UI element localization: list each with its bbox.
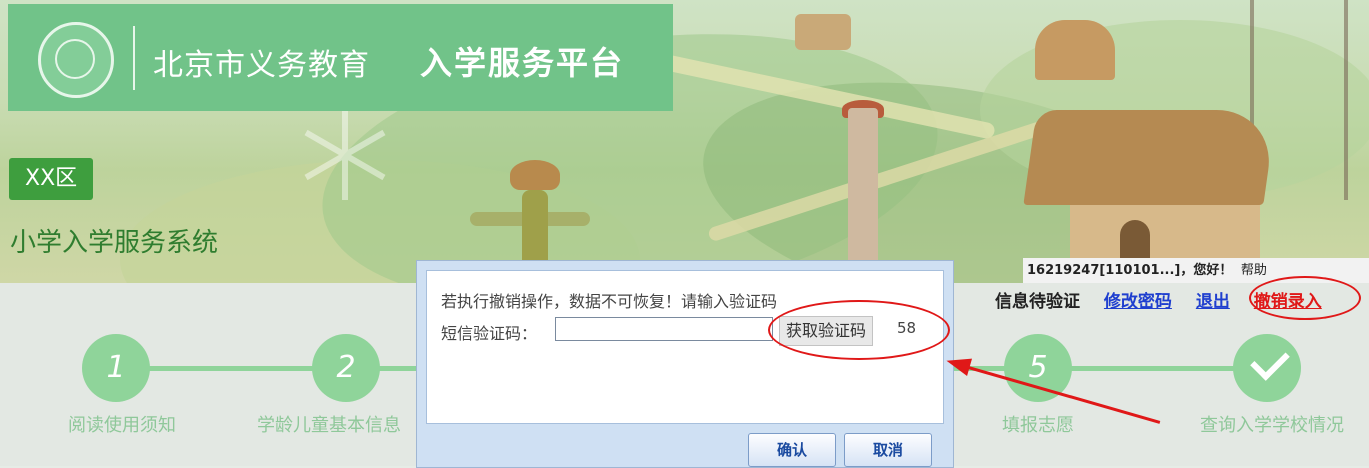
sms-code-input[interactable] — [555, 317, 773, 341]
user-id: 16219247[110101...] — [1027, 263, 1181, 278]
emblem-icon — [38, 22, 114, 98]
platform-title-part2: 入学服务平台 — [420, 44, 625, 82]
platform-logo-box: 北京市义务教育 入学服务平台 — [8, 4, 673, 111]
step-5-label: 填报志愿 — [1002, 415, 1074, 436]
dialog-message: 若执行撤销操作，数据不可恢复！请输入验证码 — [441, 292, 778, 311]
step-final-label: 查询入学学校情况 — [1200, 415, 1344, 436]
verification-status: 信息待验证 — [995, 292, 1080, 312]
cancel-button[interactable]: 取消 — [844, 433, 932, 467]
step-2-label: 学龄儿童基本信息 — [257, 415, 401, 436]
district-badge: XX区 — [9, 158, 94, 200]
step-connector — [378, 366, 418, 371]
banner-shed — [795, 14, 851, 50]
banner-barn — [1035, 20, 1115, 80]
banner-house — [1023, 110, 1277, 280]
cancel-confirm-dialog: 若执行撤销操作，数据不可恢复！请输入验证码 短信验证码： 获取验证码 58 确认… — [416, 260, 954, 468]
logo-divider — [133, 26, 135, 90]
platform-title-part1: 北京市义务教育 — [153, 48, 370, 83]
banner-tower — [848, 108, 878, 268]
step-connector — [148, 366, 318, 371]
annotation-circle — [768, 300, 950, 360]
annotation-circle — [1249, 276, 1361, 320]
change-password-link[interactable]: 修改密码 — [1104, 287, 1172, 312]
confirm-button[interactable]: 确认 — [748, 433, 836, 467]
logout-link[interactable]: 退出 — [1196, 287, 1230, 312]
sms-code-label: 短信验证码： — [441, 324, 538, 343]
check-icon — [1233, 334, 1301, 402]
step-connector — [1070, 366, 1235, 371]
banner-windmill — [300, 110, 390, 200]
help-link[interactable]: 帮助 — [1241, 263, 1267, 278]
step-2-circle: 2 — [312, 334, 380, 402]
header-banner: 北京市义务教育 入学服务平台 XX区 小学入学服务系统 — [0, 0, 1369, 283]
greeting: ，您好！ — [1180, 263, 1233, 278]
system-name: 小学入学服务系统 — [10, 228, 219, 258]
step-1-circle: 1 — [82, 334, 150, 402]
step-1-label: 阅读使用须知 — [68, 415, 176, 436]
